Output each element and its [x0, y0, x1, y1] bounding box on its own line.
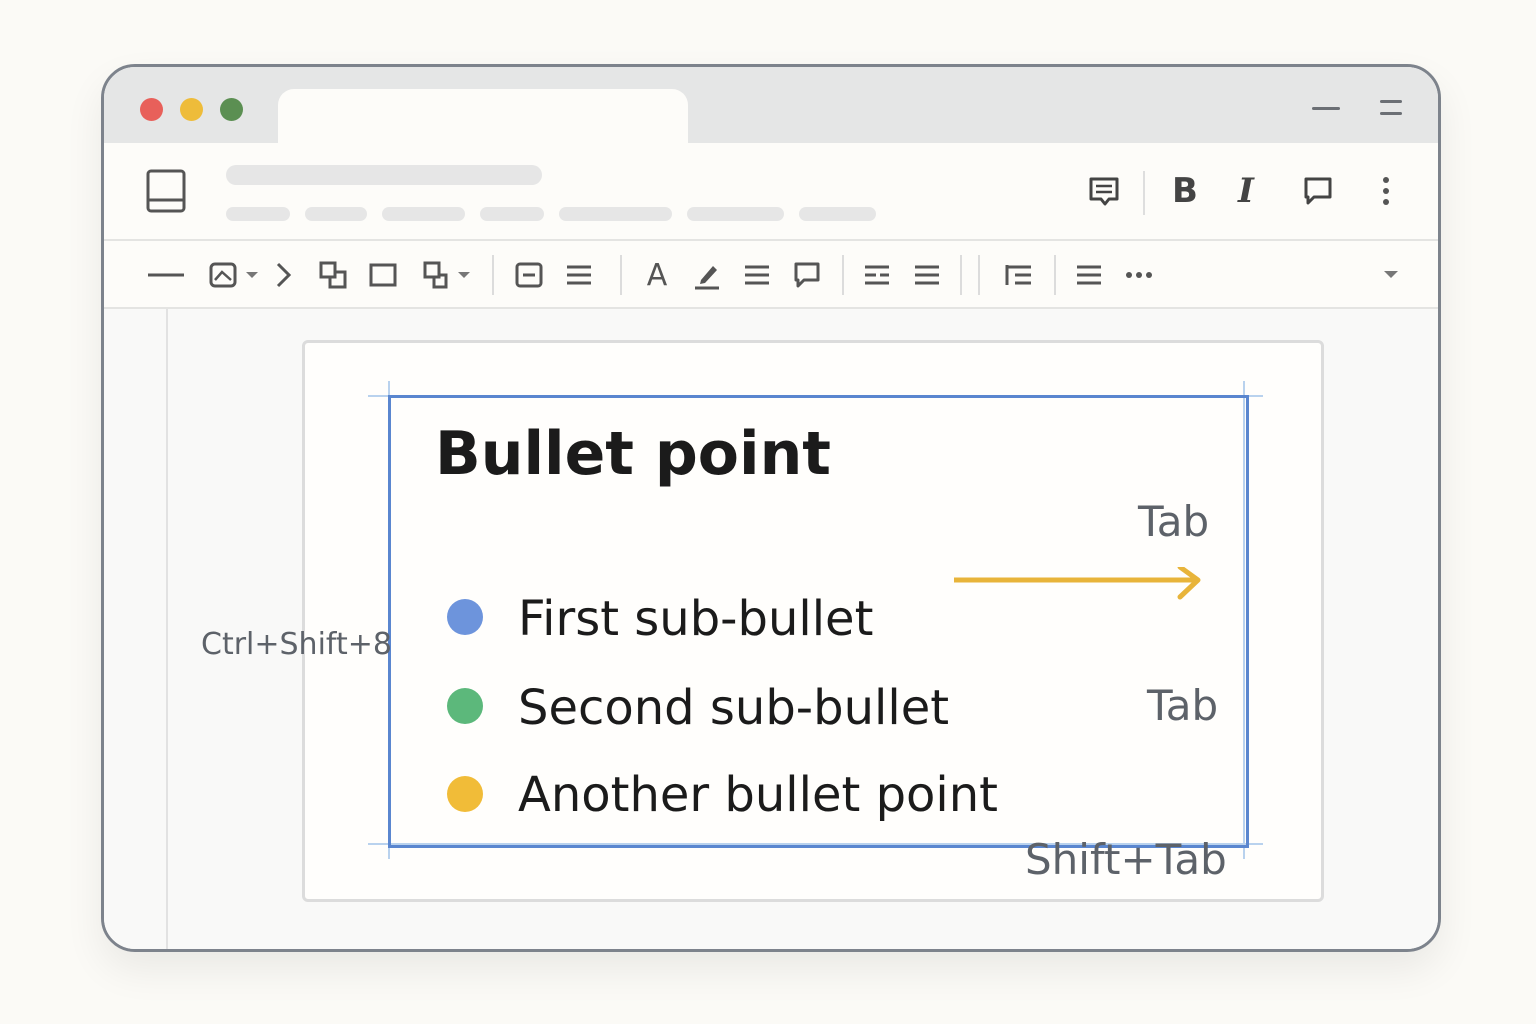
separator — [960, 255, 962, 295]
menu-placeholder[interactable] — [226, 207, 290, 221]
separator — [620, 255, 622, 295]
menu-placeholder[interactable] — [687, 207, 784, 221]
italic-icon[interactable]: I — [1228, 171, 1264, 211]
shortcut-label-tab: Tab — [1138, 497, 1210, 546]
vertical-ruler — [166, 309, 168, 949]
bullet-dot-blue — [447, 599, 483, 635]
speech-bubble-icon[interactable] — [1300, 173, 1336, 209]
minimize-window-button[interactable] — [180, 98, 203, 121]
shortcut-label-shift-tab: Shift+Tab — [1025, 835, 1227, 884]
shape-icon[interactable] — [422, 258, 476, 292]
image-icon[interactable] — [208, 258, 262, 292]
menu-placeholder[interactable] — [305, 207, 367, 221]
bullet-dot-green — [447, 688, 483, 724]
maximize-window-button[interactable] — [220, 98, 243, 121]
separator — [1143, 171, 1145, 215]
align-icon[interactable] — [562, 258, 596, 292]
document-icon[interactable] — [146, 169, 186, 213]
bullet-item-first[interactable]: First sub-bullet — [518, 591, 873, 647]
chevron-right-icon[interactable] — [268, 258, 298, 292]
shortcut-label-bullets: Ctrl+Shift+8 — [201, 627, 392, 662]
text-color-icon[interactable]: A — [640, 258, 674, 293]
line-icon[interactable] — [146, 258, 186, 292]
align-justify-icon[interactable] — [910, 258, 944, 292]
align-left-icon[interactable] — [860, 258, 894, 292]
dropdown-icon[interactable] — [1374, 258, 1408, 292]
close-window-button[interactable] — [140, 98, 163, 121]
bold-icon[interactable]: B — [1166, 171, 1204, 211]
separator — [492, 255, 494, 295]
paragraph-icon[interactable] — [740, 258, 774, 292]
browser-tab[interactable] — [278, 89, 688, 149]
doc-header: B I — [104, 143, 1438, 241]
highlight-icon[interactable] — [690, 258, 724, 292]
comment-icon[interactable] — [790, 258, 824, 292]
app-window: B I A Bullet point First sub-bullet Seco… — [101, 64, 1441, 952]
minimize-icon[interactable] — [1312, 107, 1340, 110]
indent-arrow-icon — [951, 564, 1204, 611]
separator — [1054, 255, 1056, 295]
title-bar — [104, 67, 1438, 149]
text-box-icon[interactable] — [512, 258, 546, 292]
window-menu-icon[interactable] — [1380, 100, 1402, 116]
format-toolbar: A — [104, 241, 1438, 309]
shortcut-label-tab: Tab — [1147, 681, 1219, 730]
separator — [978, 255, 980, 295]
menu-placeholder[interactable] — [382, 207, 465, 221]
menu-placeholder[interactable] — [559, 207, 672, 221]
slide-heading[interactable]: Bullet point — [435, 419, 831, 489]
more-horiz-icon[interactable] — [1122, 258, 1156, 292]
menu-placeholder[interactable] — [480, 207, 544, 221]
bullet-dot-yellow — [447, 776, 483, 812]
more-vert-icon[interactable] — [1372, 173, 1400, 209]
doc-title-placeholder[interactable] — [226, 165, 542, 185]
bullet-item-second[interactable]: Second sub-bullet — [518, 680, 949, 736]
indent-icon[interactable] — [1002, 258, 1036, 292]
comment-icon[interactable] — [1086, 173, 1122, 209]
editor-canvas: Bullet point First sub-bullet Second sub… — [104, 309, 1438, 949]
arrange-icon[interactable] — [316, 258, 350, 292]
bullet-item-third[interactable]: Another bullet point — [518, 767, 998, 823]
menu-placeholder[interactable] — [799, 207, 876, 221]
separator — [842, 255, 844, 295]
rectangle-icon[interactable] — [366, 258, 400, 292]
bulleted-list-icon[interactable] — [1072, 258, 1106, 292]
